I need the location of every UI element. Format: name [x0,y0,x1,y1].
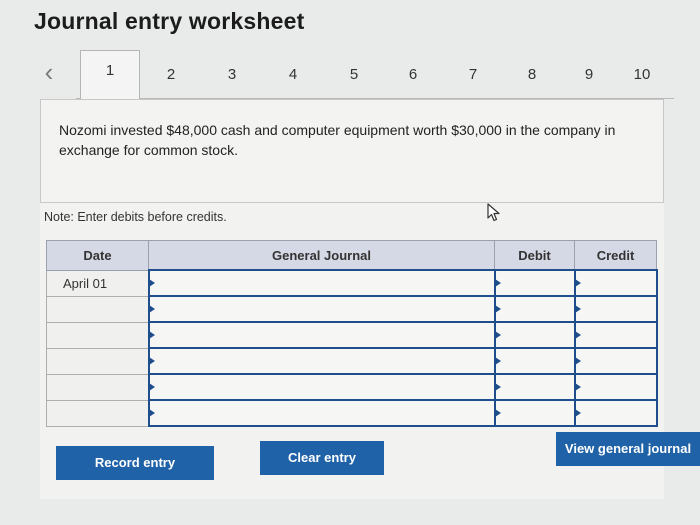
table-row: April 01 [46,269,658,297]
credit-input[interactable] [573,373,658,401]
table-row [46,399,658,427]
date-cell [46,347,149,375]
debit-input[interactable] [493,399,576,427]
tab-7[interactable]: 7 [453,60,493,90]
account-input[interactable] [147,399,496,427]
table-row [46,321,658,349]
tab-2[interactable]: 2 [151,60,191,90]
account-input[interactable] [147,321,496,349]
date-cell [46,295,149,323]
account-input[interactable] [147,295,496,323]
chevron-left-icon[interactable]: ‹ [38,58,60,86]
debit-input[interactable] [493,295,576,323]
credit-input[interactable] [573,399,658,427]
tab-5[interactable]: 5 [334,60,374,90]
date-cell [46,321,149,349]
credit-input[interactable] [573,295,658,323]
tab-10[interactable]: 10 [622,60,662,90]
tab-1[interactable]: 1 [80,50,140,100]
view-general-journal-button[interactable]: View general journal [556,432,700,466]
date-cell [46,373,149,401]
tab-8[interactable]: 8 [512,60,552,90]
credit-input[interactable] [573,347,658,375]
record-entry-button[interactable]: Record entry [56,446,214,480]
tab-3[interactable]: 3 [212,60,252,90]
mouse-cursor-icon [487,203,500,222]
debit-header: Debit [494,240,575,271]
journal-header-row: Date General Journal Debit Credit [46,240,657,271]
table-row [46,295,658,323]
account-input[interactable] [147,347,496,375]
debit-input[interactable] [493,321,576,349]
credit-input[interactable] [573,321,658,349]
tab-9[interactable]: 9 [569,60,609,90]
credit-header: Credit [574,240,657,271]
question-text: Nozomi invested $48,000 cash and compute… [59,122,616,158]
date-header: Date [46,240,149,271]
journal-table: Date General Journal Debit Credit April … [46,240,658,427]
account-input[interactable] [147,269,496,297]
question-box: Nozomi invested $48,000 cash and compute… [40,99,664,203]
tab-4[interactable]: 4 [273,60,313,90]
clear-entry-button[interactable]: Clear entry [260,441,384,475]
table-row [46,347,658,375]
note-text: Note: Enter debits before credits. [44,210,227,224]
debit-input[interactable] [493,269,576,297]
general-journal-header: General Journal [148,240,495,271]
page-title: Journal entry worksheet [34,8,305,34]
debit-input[interactable] [493,347,576,375]
table-row [46,373,658,401]
tab-6[interactable]: 6 [393,60,433,90]
account-input[interactable] [147,373,496,401]
date-cell [46,399,149,427]
date-cell: April 01 [46,269,149,297]
credit-input[interactable] [573,269,658,297]
debit-input[interactable] [493,373,576,401]
question-tabs: ‹ 1 2 3 4 5 6 7 8 9 10 [34,48,674,100]
